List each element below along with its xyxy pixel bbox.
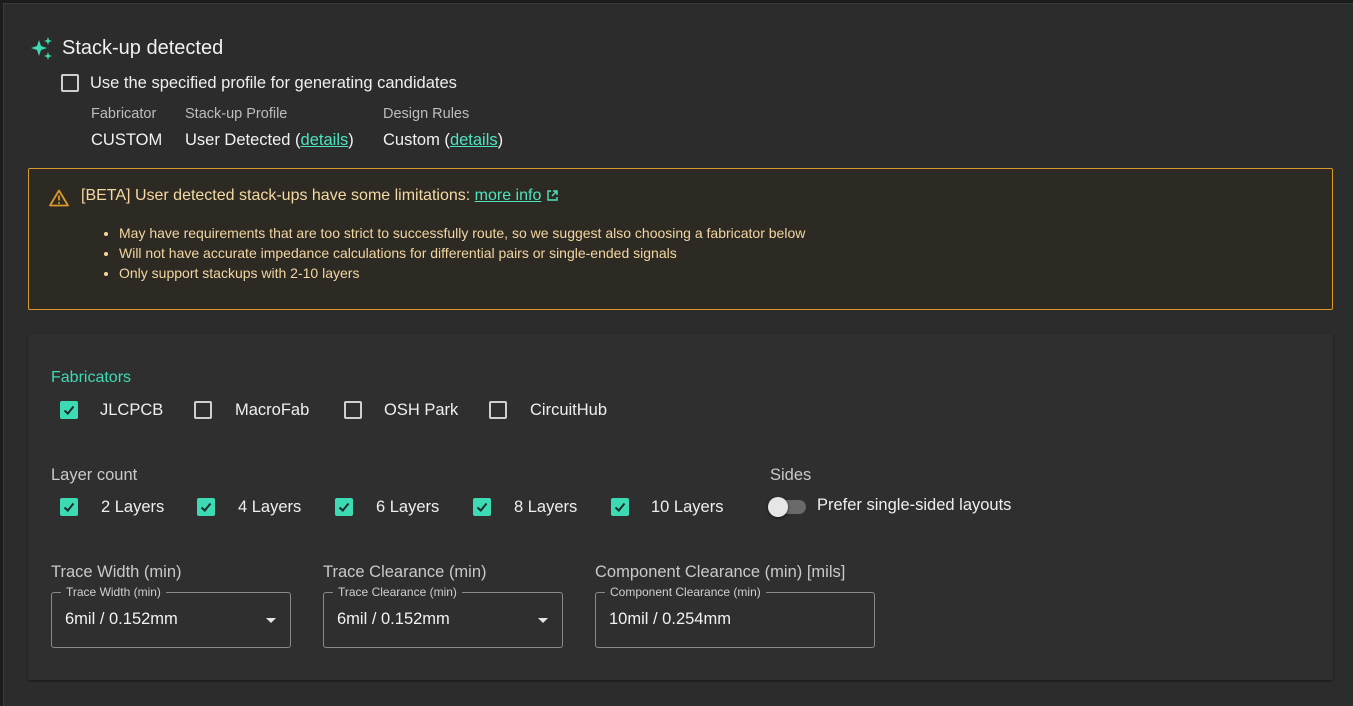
layer-checkbox-8[interactable]: [473, 498, 491, 516]
checkmark-icon: [614, 502, 626, 512]
fabricator-label: Fabricator: [91, 106, 157, 122]
fabricator-value: CUSTOM: [91, 131, 163, 149]
trace-clearance-select[interactable]: Trace Clearance (min) 6mil / 0.152mm: [323, 585, 563, 648]
warning-title: [BETA] User detected stack-ups have some…: [81, 187, 559, 205]
warning-icon: [49, 189, 69, 207]
component-clearance-value[interactable]: 10mil / 0.254mm: [609, 610, 731, 629]
trace-width-title: Trace Width (min): [51, 563, 182, 581]
trace-width-value: 6mil / 0.152mm: [65, 610, 178, 628]
chevron-down-icon[interactable]: [266, 618, 276, 623]
design-rules-label: Design Rules: [383, 106, 470, 122]
layer-checkbox-10[interactable]: [611, 498, 629, 516]
checkmark-icon: [476, 502, 488, 512]
more-info-link[interactable]: more info: [475, 187, 542, 204]
layer-count-title: Layer count: [51, 466, 138, 484]
warning-item: Will not have accurate impedance calcula…: [119, 243, 805, 263]
fabricator-checkbox-jlcpcb[interactable]: [60, 401, 78, 419]
trace-width-select[interactable]: Trace Width (min) 6mil / 0.152mm: [51, 585, 291, 648]
stackup-details-link[interactable]: details: [301, 131, 349, 149]
stackup-profile-label: Stack-up Profile: [185, 106, 288, 122]
sides-title: Sides: [770, 466, 812, 484]
fabricators-title: Fabricators: [51, 369, 132, 386]
checkmark-icon: [200, 502, 212, 512]
trace-clearance-title: Trace Clearance (min): [323, 563, 487, 581]
component-clearance-title: Component Clearance (min) [mils]: [595, 563, 846, 581]
use-profile-label[interactable]: Use the specified profile for generating…: [90, 74, 457, 93]
layer-checkbox-6[interactable]: [335, 498, 353, 516]
fabricator-label-jlcpcb[interactable]: JLCPCB: [100, 401, 163, 420]
layer-checkbox-2[interactable]: [60, 498, 78, 516]
external-link-icon: [547, 190, 558, 201]
layer-label-10[interactable]: 10 Layers: [651, 498, 723, 517]
fabricator-label-oshpark[interactable]: OSH Park: [384, 401, 458, 420]
fabricator-label-macrofab[interactable]: MacroFab: [235, 401, 309, 420]
beta-warning: [BETA] User detected stack-ups have some…: [28, 168, 1333, 310]
layer-label-6[interactable]: 6 Layers: [376, 498, 439, 517]
component-clearance-input[interactable]: Component Clearance (min) 10mil / 0.254m…: [595, 585, 875, 648]
checkmark-icon: [338, 502, 350, 512]
window: Stack-up detected Use the specified prof…: [3, 3, 1353, 706]
rules-details-link[interactable]: details: [450, 131, 498, 149]
trace-clearance-value: 6mil / 0.152mm: [337, 610, 450, 628]
fabricator-checkbox-oshpark[interactable]: [344, 401, 362, 419]
fabricator-checkbox-macrofab[interactable]: [194, 401, 212, 419]
component-clearance-legend: Component Clearance (min): [605, 585, 766, 599]
layer-label-4[interactable]: 4 Layers: [238, 498, 301, 517]
page-title: Stack-up detected: [62, 37, 224, 59]
warning-item: Only support stackups with 2-10 layers: [119, 263, 805, 283]
layer-label-2[interactable]: 2 Layers: [101, 498, 164, 517]
single-sided-label[interactable]: Prefer single-sided layouts: [817, 496, 1011, 515]
design-rules-value: Custom (details): [383, 131, 504, 149]
stackup-profile-value: User Detected (details): [185, 131, 354, 149]
toggle-thumb[interactable]: [768, 497, 788, 517]
warning-list: May have requirements that are too stric…: [101, 223, 805, 283]
settings-panel: Fabricators JLCPCB MacroFab OSH Park Cir…: [28, 334, 1333, 680]
warning-item: May have requirements that are too stric…: [119, 223, 805, 243]
fabricator-checkbox-circuithub[interactable]: [489, 401, 507, 419]
checkmark-icon: [63, 405, 75, 415]
sparkle-icon: [31, 37, 52, 60]
chevron-down-icon[interactable]: [538, 618, 548, 623]
layer-label-8[interactable]: 8 Layers: [514, 498, 577, 517]
trace-clearance-legend: Trace Clearance (min): [333, 585, 462, 599]
trace-width-legend: Trace Width (min): [61, 585, 166, 599]
layer-checkbox-4[interactable]: [197, 498, 215, 516]
use-profile-checkbox[interactable]: [61, 74, 79, 92]
checkmark-icon: [63, 502, 75, 512]
fabricator-label-circuithub[interactable]: CircuitHub: [530, 401, 607, 420]
